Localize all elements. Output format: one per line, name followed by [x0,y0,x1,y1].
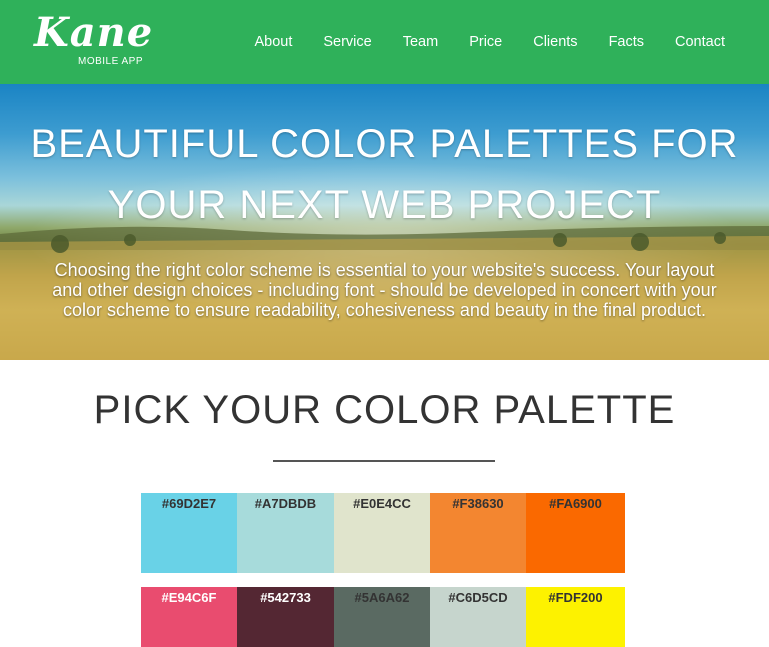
main-nav: About Service Team Price Clients Facts C… [223,0,725,84]
hero-description: Choosing the right color scheme is essen… [52,260,717,320]
color-swatch[interactable]: #A7DBDB [237,493,334,573]
nav-item-service[interactable]: Service [323,34,371,50]
brand-tagline: MOBILE APP [78,56,144,67]
hero-title-line-1: BEAUTIFUL COLOR PALETTES FOR [30,122,739,166]
color-swatch[interactable]: #C6D5CD [430,587,526,647]
brand-logo[interactable]: Kane MOBILE APP [34,9,164,72]
nav-item-contact[interactable]: Contact [675,34,725,50]
hero-title: BEAUTIFUL COLOR PALETTES FOR YOUR NEXT W… [0,114,769,236]
divider [273,460,495,462]
color-swatch[interactable]: #FDF200 [526,587,625,647]
color-swatch[interactable]: #FA6900 [526,493,625,573]
nav-item-about[interactable]: About [254,34,292,50]
color-swatch[interactable]: #E0E4CC [334,493,430,573]
nav-item-team[interactable]: Team [403,34,438,50]
color-swatch[interactable]: #542733 [237,587,334,647]
color-swatch[interactable]: #F38630 [430,493,526,573]
palette-row-2: #E94C6F #542733 #5A6A62 #C6D5CD #FDF200 [141,587,625,647]
palette-row-1: #69D2E7 #A7DBDB #E0E4CC #F38630 #FA6900 [141,493,625,573]
section-title: PICK YOUR COLOR PALETTE [93,388,676,432]
nav-item-price[interactable]: Price [469,34,502,50]
color-swatch[interactable]: #5A6A62 [334,587,430,647]
hero-title-line-2: YOUR NEXT WEB PROJECT [107,183,662,227]
color-swatch[interactable]: #E94C6F [141,587,237,647]
brand-name: Kane [34,9,154,56]
color-swatch[interactable]: #69D2E7 [141,493,237,573]
navbar: Kane MOBILE APP About Service Team Price… [0,0,769,84]
nav-item-facts[interactable]: Facts [609,34,644,50]
nav-item-clients[interactable]: Clients [533,34,577,50]
hero-banner: BEAUTIFUL COLOR PALETTES FOR YOUR NEXT W… [0,84,769,360]
